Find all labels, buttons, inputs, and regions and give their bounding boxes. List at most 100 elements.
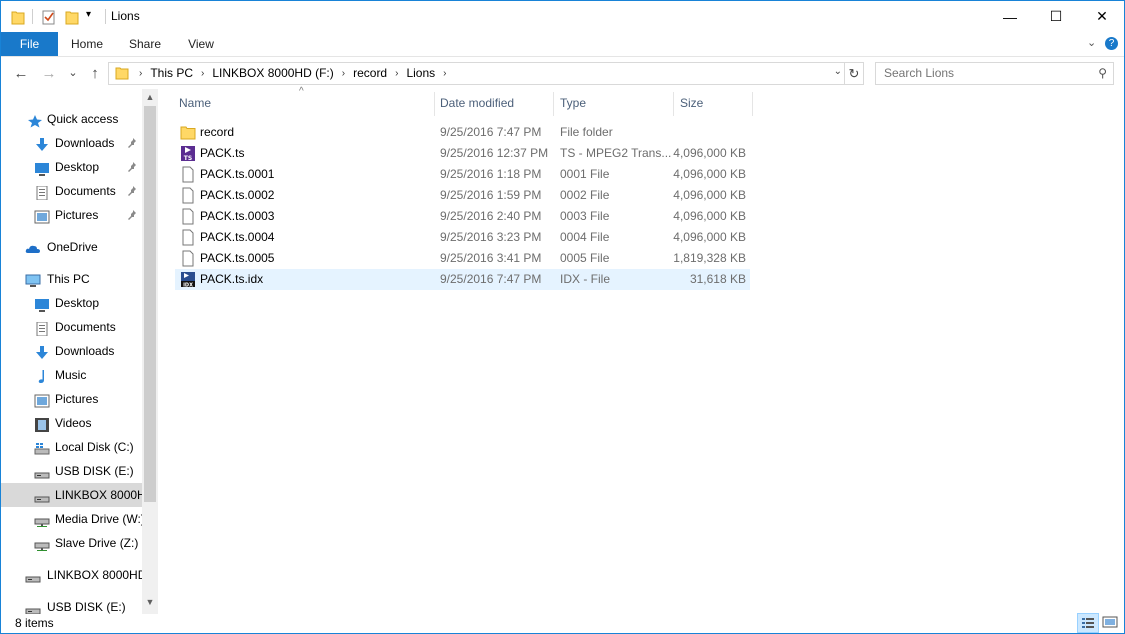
help-icon[interactable]: ? <box>1105 37 1118 50</box>
desktop-icon <box>34 296 50 312</box>
explorer-window: ▾ Lions — ☐ ✕ File Home Share View ⌄ ? ←… <box>0 0 1125 634</box>
pictures-icon <box>34 208 50 224</box>
sidebar-item-pictures[interactable]: Pictures <box>1 387 142 411</box>
file-date: 9/25/2016 2:40 PM <box>440 209 542 223</box>
videos-icon <box>34 416 50 432</box>
column-divider[interactable] <box>434 92 435 116</box>
chevron-right-icon[interactable]: › <box>443 68 446 79</box>
sidebar-item-videos[interactable]: Videos <box>1 411 142 435</box>
minimize-button[interactable]: — <box>987 1 1033 32</box>
close-button[interactable]: ✕ <box>1079 1 1124 32</box>
sidebar-item-documents[interactable]: Documents <box>1 315 142 339</box>
up-icon[interactable]: ↑ <box>85 65 105 82</box>
file-row[interactable]: PACK.ts.0001 9/25/2016 1:18 PM 0001 File 4,… <box>175 164 750 185</box>
tab-share[interactable]: Share <box>121 32 169 56</box>
sidebar-item-downloads[interactable]: Downloads <box>1 131 142 155</box>
sidebar-item-label: Pictures <box>55 208 99 222</box>
idx-file-icon: IDX <box>180 271 196 288</box>
title-bar: ▾ Lions — ☐ ✕ <box>1 1 1124 32</box>
item-count: 8 items <box>15 616 54 630</box>
close-icon: ✕ <box>1096 8 1108 24</box>
sidebar-item-label: Local Disk (C:) <box>55 440 134 454</box>
sidebar-item-this-pc[interactable]: This PC <box>1 267 142 291</box>
column-header-size[interactable]: Size <box>680 89 703 118</box>
sidebar-item-slave-drive-z[interactable]: Slave Drive (Z:) <box>1 531 142 555</box>
scrollbar-thumb[interactable] <box>144 106 156 502</box>
nav-scrollbar[interactable]: ▲ ▼ <box>142 89 158 614</box>
large-icons-view-button[interactable] <box>1100 613 1122 633</box>
refresh-button[interactable]: ↻ <box>844 62 864 85</box>
sidebar-item-label: Desktop <box>55 296 100 310</box>
file-row[interactable]: TS PACK.ts 9/25/2016 12:37 PM TS - MPEG2 Tr… <box>175 143 750 164</box>
file-name: record <box>200 125 235 139</box>
chevron-right-icon[interactable]: › <box>395 68 398 79</box>
sidebar-item-onedrive[interactable]: OneDrive <box>1 235 142 259</box>
properties-icon[interactable] <box>41 8 57 26</box>
sidebar-item-usb-disk-e[interactable]: USB DISK (E:) <box>1 459 142 483</box>
expand-ribbon-icon[interactable]: ⌄ <box>1087 36 1096 49</box>
large-icons-view-icon <box>1102 616 1118 628</box>
file-row[interactable]: PACK.ts.0002 9/25/2016 1:59 PM 0002 File 4,… <box>175 185 750 206</box>
breadcrumb-linkbox[interactable]: LINKBOX 8000HD (F:) <box>212 66 333 80</box>
search-box[interactable]: ⚲ <box>875 62 1114 85</box>
chevron-right-icon[interactable]: › <box>201 68 204 79</box>
sidebar-item-label: OneDrive <box>47 240 98 254</box>
chevron-right-icon[interactable]: › <box>139 68 142 79</box>
breadcrumb-lions[interactable]: Lions <box>406 66 435 80</box>
scroll-up-icon[interactable]: ▲ <box>142 92 158 102</box>
onedrive-icon <box>25 240 41 254</box>
idx-label: IDX <box>183 282 193 288</box>
sidebar-item-documents[interactable]: Documents <box>1 179 142 203</box>
sidebar-item-music[interactable]: Music <box>1 363 142 387</box>
column-header-name[interactable]: Name <box>179 89 211 118</box>
file-row[interactable]: IDX PACK.ts.idx 9/25/2016 7:47 PM IDX - Fil… <box>175 269 750 290</box>
sidebar-item-desktop[interactable]: Desktop <box>1 155 142 179</box>
scroll-down-icon[interactable]: ▼ <box>142 597 158 607</box>
column-divider[interactable] <box>553 92 554 116</box>
file-row[interactable]: record 9/25/2016 7:47 PM File folder <box>175 122 750 143</box>
sidebar-item-quick-access[interactable]: Quick access <box>1 107 142 131</box>
sidebar-item-downloads[interactable]: Downloads <box>1 339 142 363</box>
file-row[interactable]: PACK.ts.0004 9/25/2016 3:23 PM 0004 File 4,… <box>175 227 750 248</box>
sidebar-item-local-disk-c[interactable]: Local Disk (C:) <box>1 435 142 459</box>
back-icon[interactable]: ← <box>11 65 31 82</box>
chevron-right-icon[interactable]: › <box>342 68 345 79</box>
file-name: PACK.ts.0004 <box>200 230 275 244</box>
sidebar-item-linkbox-8000hd-f[interactable]: LINKBOX 8000HD (F:) <box>1 483 142 507</box>
breadcrumb-this-pc[interactable]: This PC <box>150 66 193 80</box>
sidebar-item-usb-disk-e[interactable]: USB DISK (E:) <box>1 595 142 614</box>
new-folder-icon[interactable] <box>64 8 80 26</box>
forward-icon[interactable]: → <box>39 65 59 82</box>
sidebar-item-desktop[interactable]: Desktop <box>1 291 142 315</box>
maximize-button[interactable]: ☐ <box>1033 1 1079 32</box>
sidebar-item-label: Downloads <box>55 136 115 150</box>
sidebar-item-label: LINKBOX 8000HD (F:) <box>47 568 142 582</box>
tab-home[interactable]: Home <box>63 32 111 56</box>
column-header-date[interactable]: Date modified <box>440 89 514 118</box>
file-row[interactable]: PACK.ts.0003 9/25/2016 2:40 PM 0003 File 4,… <box>175 206 750 227</box>
column-divider[interactable] <box>752 92 753 116</box>
details-view-button[interactable] <box>1077 613 1099 633</box>
search-input[interactable] <box>882 65 1086 81</box>
sidebar-item-label: Downloads <box>55 344 115 358</box>
breadcrumb-record[interactable]: record <box>353 66 387 80</box>
file-row[interactable]: PACK.ts.0005 9/25/2016 3:41 PM 0005 File 1,… <box>175 248 750 269</box>
tab-view[interactable]: View <box>177 32 225 56</box>
customize-quick-access-icon[interactable]: ▾ <box>86 9 91 20</box>
tab-file[interactable]: File <box>1 32 58 56</box>
column-header-type[interactable]: Type <box>560 89 586 118</box>
column-divider[interactable] <box>673 92 674 116</box>
refresh-icon: ↻ <box>848 66 860 81</box>
search-icon[interactable]: ⚲ <box>1098 66 1107 80</box>
sidebar-item-linkbox-8000hd-f[interactable]: LINKBOX 8000HD (F:) <box>1 563 142 587</box>
address-dropdown-icon[interactable]: ⌄ <box>834 66 842 77</box>
sidebar-item-pictures[interactable]: Pictures <box>1 203 142 227</box>
status-bar: 8 items <box>1 613 1124 633</box>
sidebar-item-media-drive-w[interactable]: Media Drive (W:) <box>1 507 142 531</box>
file-type: 0002 File <box>560 188 610 202</box>
file-name: PACK.ts.0002 <box>200 188 275 202</box>
pin-icon <box>127 155 137 179</box>
address-bar[interactable]: › This PC › LINKBOX 8000HD (F:) › record… <box>108 62 845 85</box>
recent-locations-icon[interactable]: ⌄ <box>63 66 83 79</box>
file-type: 0005 File <box>560 251 610 265</box>
